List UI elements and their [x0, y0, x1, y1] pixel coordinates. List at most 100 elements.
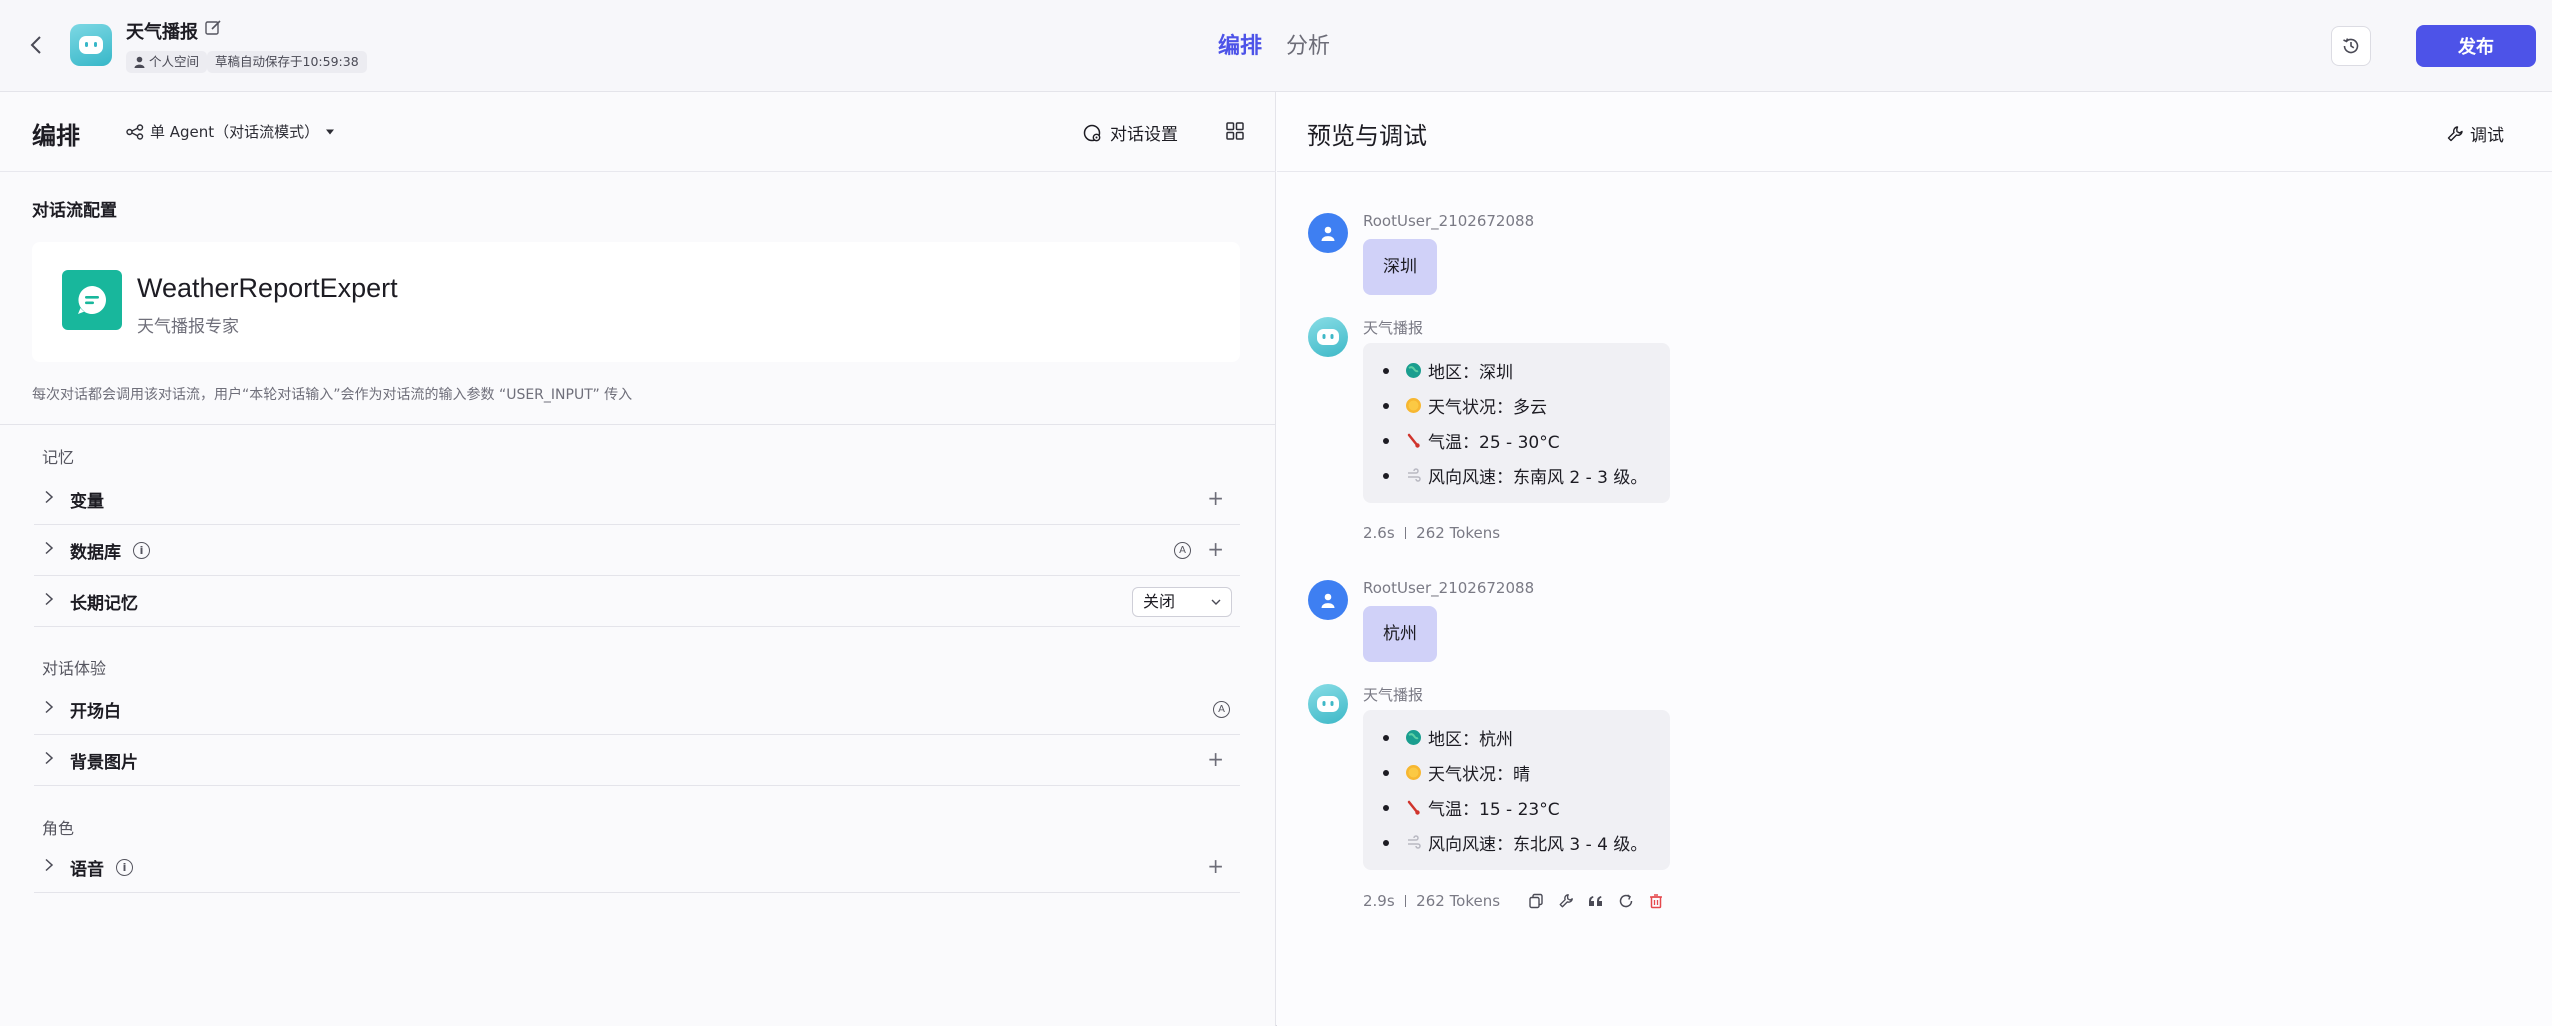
copy-icon[interactable]: [1526, 891, 1546, 911]
chevron-right-icon[interactable]: [42, 490, 56, 504]
dialog-settings-button[interactable]: 对话设置: [1082, 120, 1178, 145]
chevron-right-icon[interactable]: [42, 751, 56, 765]
row-voice-label: 语音: [70, 860, 104, 880]
plus-icon[interactable]: +: [1207, 488, 1224, 508]
list-item: 天气状况：多云: [1383, 388, 1670, 423]
space-tag: 个人空间: [126, 51, 208, 73]
back-button[interactable]: [24, 30, 48, 60]
wind-icon: [1408, 835, 1421, 849]
autosave-tag: 草稿自动保存于10:59:38: [207, 51, 367, 73]
flow-card[interactable]: WeatherReportExpert 天气播报专家: [32, 242, 1240, 362]
thermometer-icon: [1407, 800, 1420, 815]
edit-icon[interactable]: [204, 19, 222, 37]
chevron-right-icon[interactable]: [42, 592, 56, 606]
arrange-header: 编排 单 Agent（对话流模式） 对话设置: [0, 92, 1276, 172]
row-opening[interactable]: 开场白 A: [34, 684, 1240, 735]
auto-icon[interactable]: A: [1174, 542, 1191, 559]
plus-icon[interactable]: +: [1207, 856, 1224, 876]
sun-icon: [1406, 398, 1421, 413]
chevron-down-icon: [1211, 599, 1221, 605]
bot-message: 地区：杭州 天气状况：晴 气温：15 - 23°C 风向风速：东北风 3 - 4…: [1363, 710, 1670, 870]
agent-mode-select[interactable]: 单 Agent（对话流模式）: [126, 121, 335, 142]
arrange-panel: 编排 单 Agent（对话流模式） 对话设置 对话流配置 WeatherRepo…: [0, 92, 1276, 1026]
bot-avatar: [1308, 317, 1348, 357]
bot-avatar-icon: [1317, 329, 1339, 345]
app-avatar: [70, 24, 112, 66]
weather-condition: 天气状况：多云: [1428, 398, 1547, 418]
row-variables[interactable]: 变量 +: [34, 474, 1240, 525]
info-icon[interactable]: i: [133, 542, 150, 559]
weather-temperature: 气温：25 - 30°C: [1428, 433, 1560, 453]
response-time: 2.6s: [1363, 524, 1395, 542]
chat-flow-icon: [78, 286, 106, 314]
response-time: 2.9s: [1363, 892, 1395, 910]
list-item: 气温：15 - 23°C: [1383, 790, 1670, 825]
chevron-right-icon[interactable]: [42, 858, 56, 872]
weather-region: 地区：深圳: [1428, 363, 1513, 383]
wrench-icon: [2447, 125, 2463, 141]
message-meta: 2.6s 262 Tokens: [1363, 524, 1500, 542]
weather-region: 地区：杭州: [1428, 730, 1513, 750]
debug-button[interactable]: 调试: [2446, 121, 2504, 146]
refresh-icon[interactable]: [1616, 891, 1636, 911]
row-background-label: 背景图片: [70, 753, 138, 773]
row-database[interactable]: 数据库 i A +: [34, 525, 1240, 576]
top-tabs: 编排 分析: [1218, 28, 1330, 60]
flow-name: WeatherReportExpert: [137, 273, 398, 303]
plus-icon[interactable]: +: [1207, 539, 1224, 559]
token-count: 262 Tokens: [1416, 892, 1501, 910]
list-item: 风向风速：东北风 3 - 4 级。: [1383, 825, 1670, 860]
user-icon: [1321, 593, 1335, 608]
agent-mode-label: 单 Agent（对话流模式）: [150, 123, 320, 141]
chevron-right-icon[interactable]: [42, 541, 56, 555]
info-icon[interactable]: i: [116, 859, 133, 876]
grid-icon[interactable]: [1224, 120, 1246, 142]
row-long-memory-label: 长期记忆: [70, 594, 138, 614]
bot-avatar-icon: [1317, 696, 1339, 712]
bot-message: 地区：深圳 天气状况：多云 气温：25 - 30°C 风向风速：东南风 2 - …: [1363, 343, 1670, 503]
message-sender: RootUser_2102672088: [1363, 212, 1535, 230]
debug-label: 调试: [2470, 126, 2504, 146]
list-item: 地区：深圳: [1383, 353, 1670, 388]
weather-condition: 天气状况：晴: [1428, 765, 1530, 785]
publish-button[interactable]: 发布: [2416, 25, 2536, 67]
history-button[interactable]: [2331, 26, 2371, 66]
delete-icon[interactable]: [1646, 891, 1666, 911]
thermometer-icon: [1407, 433, 1420, 448]
auto-icon[interactable]: A: [1213, 701, 1230, 718]
chevron-right-icon[interactable]: [42, 700, 56, 714]
caret-down-icon: [326, 129, 335, 134]
preview-header: 预览与调试 调试: [1277, 92, 2552, 172]
long-memory-select[interactable]: 关闭: [1132, 587, 1232, 617]
user-avatar: [1308, 213, 1348, 253]
preview-panel: 预览与调试 调试 RootUser_2102672088 深圳 天气播报 地区：…: [1277, 92, 2552, 1026]
user-message: 杭州: [1363, 606, 1437, 662]
tab-arrange[interactable]: 编排: [1218, 28, 1262, 60]
row-background[interactable]: 背景图片 +: [34, 735, 1240, 786]
message-sender: 天气播报: [1363, 686, 1424, 704]
wind-icon: [1408, 468, 1421, 482]
weather-temperature: 气温：15 - 23°C: [1428, 800, 1560, 820]
preview-title: 预览与调试: [1307, 122, 1427, 150]
row-database-label: 数据库: [70, 543, 121, 563]
wrench-icon[interactable]: [1556, 891, 1576, 911]
row-voice[interactable]: 语音 i +: [34, 842, 1240, 893]
row-long-memory[interactable]: 长期记忆 关闭: [34, 576, 1240, 627]
history-icon: [2343, 38, 2359, 54]
divider: [0, 424, 1276, 425]
weather-wind: 风向风速：东北风 3 - 4 级。: [1428, 835, 1648, 855]
list-item: 天气状况：晴: [1383, 755, 1670, 790]
user-icon: [134, 56, 145, 68]
tab-analysis[interactable]: 分析: [1286, 28, 1330, 60]
dialog-settings-label: 对话设置: [1110, 125, 1178, 145]
quote-icon[interactable]: [1586, 891, 1606, 911]
row-variables-label: 变量: [70, 492, 104, 512]
app-title: 天气播报: [126, 22, 198, 43]
user-icon: [1321, 226, 1335, 241]
user-avatar: [1308, 580, 1348, 620]
row-opening-label: 开场白: [70, 702, 121, 722]
flow-desc: 天气播报专家: [137, 317, 239, 337]
weather-wind: 风向风速：东南风 2 - 3 级。: [1428, 468, 1648, 488]
plus-icon[interactable]: +: [1207, 749, 1224, 769]
autosave-label: 草稿自动保存于10:59:38: [215, 54, 359, 69]
